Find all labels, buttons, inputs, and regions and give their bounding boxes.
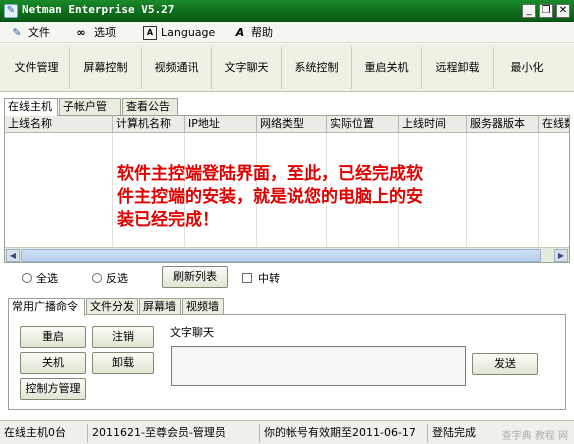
tab-subaccounts[interactable]: 子帐户管理 bbox=[59, 98, 121, 128]
host-list-header: 上线名称 计算机名称 IP地址 网络类型 实际位置 上线时间 服务器版本 在线数 bbox=[5, 116, 569, 133]
column-header[interactable]: 在线数 bbox=[539, 116, 569, 133]
select-all-radio[interactable]: 全选 bbox=[22, 270, 58, 286]
relay-label: 中转 bbox=[258, 272, 280, 285]
tab-screen-wall[interactable]: 屏幕墙 bbox=[139, 298, 181, 315]
toolbar-text-chat[interactable]: 文字聊天 bbox=[212, 47, 282, 89]
tab-file-distribution[interactable]: 文件分发 bbox=[86, 298, 138, 315]
radio-icon bbox=[92, 273, 102, 283]
toolbar-minimize[interactable]: 最小化 bbox=[494, 47, 560, 89]
column-header[interactable]: 计算机名称 bbox=[113, 116, 185, 133]
watermark: 查字典 教程 网 bbox=[501, 431, 568, 442]
chat-message-input[interactable] bbox=[171, 346, 466, 386]
language-icon: A bbox=[143, 26, 157, 40]
radio-icon bbox=[22, 273, 32, 283]
glasses-icon: ∞ bbox=[76, 26, 86, 39]
toolbar-restart-shutdown[interactable]: 重启关机 bbox=[352, 47, 422, 89]
select-all-label: 全选 bbox=[36, 272, 58, 285]
scroll-thumb[interactable] bbox=[21, 249, 541, 262]
column-header[interactable]: 上线名称 bbox=[5, 116, 113, 133]
column-header[interactable]: IP地址 bbox=[185, 116, 257, 133]
menu-help-label: 帮助 bbox=[251, 26, 273, 39]
invert-select-label: 反选 bbox=[106, 272, 128, 285]
scroll-right-icon[interactable]: ▶ bbox=[554, 249, 568, 262]
doc-edit-icon: ✎ bbox=[12, 26, 22, 39]
close-button[interactable]: ✕ bbox=[556, 4, 570, 18]
help-icon: A bbox=[235, 26, 245, 39]
menu-file-label: 文件 bbox=[28, 26, 50, 39]
tab-broadcast-commands[interactable]: 常用广播命令 bbox=[8, 298, 85, 316]
online-host-list[interactable]: 上线名称 计算机名称 IP地址 网络类型 实际位置 上线时间 服务器版本 在线数… bbox=[4, 115, 570, 263]
menu-language[interactable]: A Language bbox=[143, 25, 215, 41]
text-chat-label: 文字聊天 bbox=[170, 326, 214, 339]
tab-online-hosts[interactable]: 在线主机 bbox=[4, 98, 58, 116]
status-online-count: 在线主机0台 bbox=[0, 424, 88, 442]
menu-options[interactable]: ∞ 选项 bbox=[72, 25, 116, 41]
window-title: Netman Enterprise V5.27 bbox=[22, 3, 175, 16]
relay-checkbox[interactable]: 中转 bbox=[242, 270, 280, 286]
menu-help[interactable]: A 帮助 bbox=[233, 25, 273, 41]
app-icon: ✎ bbox=[4, 4, 18, 18]
tab-announcements[interactable]: 查看公告 bbox=[122, 98, 178, 115]
restart-button[interactable]: 重启 bbox=[20, 326, 86, 348]
menu-file[interactable]: ✎ 文件 bbox=[10, 25, 50, 41]
horizontal-scrollbar[interactable]: ◀ ▶ bbox=[5, 247, 569, 262]
column-header[interactable]: 网络类型 bbox=[257, 116, 327, 133]
invert-select-radio[interactable]: 反选 bbox=[92, 270, 128, 286]
refresh-list-button[interactable]: 刷新列表 bbox=[162, 266, 228, 288]
title-bar: ✎ Netman Enterprise V5.27 _ ❐ ✕ bbox=[0, 0, 574, 22]
toolbar: 文件管理 屏幕控制 视频通讯 文字聊天 系统控制 重启关机 远程卸载 最小化 bbox=[0, 44, 574, 92]
checkbox-icon bbox=[242, 273, 252, 283]
menu-options-label: 选项 bbox=[94, 26, 116, 39]
uninstall-button[interactable]: 卸载 bbox=[92, 352, 154, 374]
minimize-button[interactable]: _ bbox=[522, 4, 536, 18]
shutdown-button[interactable]: 关机 bbox=[20, 352, 86, 374]
column-header[interactable]: 实际位置 bbox=[327, 116, 399, 133]
status-account: 2011621-至尊会员-管理员 bbox=[88, 424, 260, 442]
column-header[interactable]: 服务器版本 bbox=[467, 116, 539, 133]
toolbar-remote-uninstall[interactable]: 远程卸载 bbox=[422, 47, 494, 89]
controller-manage-button[interactable]: 控制方管理 bbox=[20, 378, 86, 400]
toolbar-file-manage[interactable]: 文件管理 bbox=[4, 47, 70, 89]
send-button[interactable]: 发送 bbox=[472, 353, 538, 375]
toolbar-screen-control[interactable]: 屏幕控制 bbox=[70, 47, 142, 89]
restore-button[interactable]: ❐ bbox=[539, 4, 553, 18]
logoff-button[interactable]: 注销 bbox=[92, 326, 154, 348]
column-header[interactable]: 上线时间 bbox=[399, 116, 467, 133]
menu-bar: ✎ 文件 ∞ 选项 A Language A 帮助 bbox=[0, 22, 574, 43]
toolbar-system-control[interactable]: 系统控制 bbox=[282, 47, 352, 89]
tab-video-wall[interactable]: 视频墙 bbox=[182, 298, 224, 315]
scroll-left-icon[interactable]: ◀ bbox=[6, 249, 20, 262]
red-annotation-note: 软件主控端登陆界面，至此，已经完成软件主控端的安装，就是说您的电脑上的安装已经完… bbox=[117, 164, 423, 230]
toolbar-video-call[interactable]: 视频通讯 bbox=[142, 47, 212, 89]
menu-language-label: Language bbox=[161, 26, 216, 39]
status-expiry: 你的帐号有效期至2011-06-17 bbox=[260, 424, 428, 442]
status-bar: 在线主机0台 2011621-至尊会员-管理员 你的帐号有效期至2011-06-… bbox=[0, 420, 574, 444]
